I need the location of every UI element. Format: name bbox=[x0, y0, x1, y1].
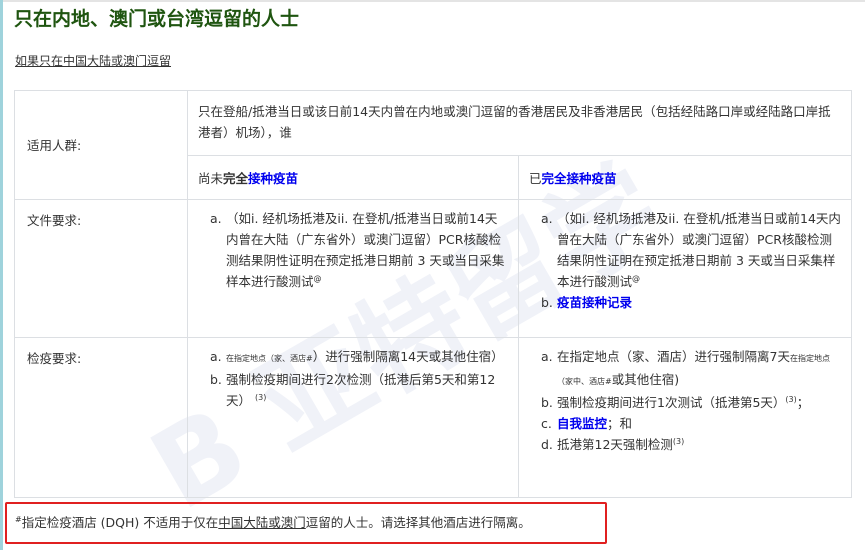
applicable-text: 只在登船/抵港当日或该日前14天内曾在内地或澳门逗留的香港居民及非香港居民（包括… bbox=[187, 90, 852, 156]
note-text: 指定检疫酒店 (DQH) 不适用于仅在 bbox=[21, 515, 219, 530]
item-text: 强制检疫期间进行2次检测（抵港后第5天和第12天） bbox=[226, 372, 496, 408]
item-text: 在指定地点（家、酒店）进行强制隔离7天 bbox=[557, 349, 790, 364]
item-text: （如i. 经机场抵港及ii. 在登机/抵港当日或前14天内曾在大陆（广东省外）或… bbox=[226, 211, 505, 289]
item-text: 强制检疫期间进行1次测试（抵港第5天） bbox=[557, 395, 786, 410]
small-text: 在指定地点（家、酒店# bbox=[226, 354, 313, 363]
vaccinated-header: 已完全接种疫苗 bbox=[518, 155, 852, 200]
marker: a. bbox=[541, 349, 553, 364]
left-edge bbox=[0, 0, 3, 550]
list-item: a. 在指定地点（家、酒店#）进行强制隔离14天或其他住宿） bbox=[210, 346, 508, 369]
dqh-note-highlight: #指定检疫酒店 (DQH) 不适用于仅在中国大陆或澳门逗留的人士。请选择其他酒店… bbox=[5, 502, 607, 544]
item-text: 或其他住宿) bbox=[611, 372, 680, 387]
marker: d. bbox=[541, 437, 553, 452]
requirements-table: 适用人群: 只在登船/抵港当日或该日前14天内曾在内地或澳门逗留的香港居民及非香… bbox=[14, 90, 852, 498]
documents-label: 文件要求: bbox=[14, 199, 188, 338]
documents-unvaccinated: a. （如i. 经机场抵港及ii. 在登机/抵港当日或前14天内曾在大陆（广东省外… bbox=[187, 199, 519, 338]
note-text: 逗留的人士。请选择其他酒店进行隔离。 bbox=[305, 515, 531, 530]
table-row: 文件要求: a. （如i. 经机场抵港及ii. 在登机/抵港当日或前14天内曾在大… bbox=[14, 199, 852, 338]
marker: a. bbox=[210, 349, 222, 364]
list-item: a. （如i. 经机场抵港及ii. 在登机/抵港当日或前14天内曾在大陆（广东省外… bbox=[541, 208, 841, 292]
footnote-ref: @ bbox=[313, 273, 322, 283]
top-border bbox=[0, 0, 865, 2]
quarantine-unvaccinated: a. 在指定地点（家、酒店#）进行强制隔离14天或其他住宿） b. 强制检疫期间进行… bbox=[187, 337, 519, 498]
vaccination-link[interactable]: 接种疫苗 bbox=[248, 171, 298, 186]
quarantine-label: 检疫要求: bbox=[14, 337, 188, 498]
unvaccinated-header: 尚未完全接种疫苗 bbox=[187, 155, 519, 200]
header-prefix: 尚未 bbox=[198, 171, 224, 186]
list-item: a. （如i. 经机场抵港及ii. 在登机/抵港当日或前14天内曾在大陆（广东省外… bbox=[210, 208, 508, 292]
marker: c. bbox=[541, 416, 552, 431]
marker: b. bbox=[541, 295, 553, 310]
item-text: ）进行强制隔离14天或其他住宿） bbox=[312, 349, 504, 364]
quarantine-vaccinated: a. 在指定地点（家、酒店）进行强制隔离7天在指定地点（家中、酒店#或其他住宿) … bbox=[518, 337, 852, 498]
page-title: 只在内地、澳门或台湾逗留的人士 bbox=[14, 8, 300, 30]
list-item: d. 抵港第12天强制检测(3) bbox=[541, 434, 841, 455]
marker: a. bbox=[541, 211, 553, 226]
mainland-macao-note-link[interactable]: 中国大陆或澳门 bbox=[218, 515, 306, 530]
marker: b. bbox=[541, 395, 553, 410]
full-vaccination-link[interactable]: 完全接种疫苗 bbox=[542, 171, 617, 186]
marker: b. bbox=[210, 372, 222, 387]
list-item: c. 自我监控；和 bbox=[541, 413, 841, 434]
footnote-ref: (3) bbox=[255, 392, 267, 402]
applicable-label: 适用人群: bbox=[14, 90, 188, 200]
list-item: b. 强制检疫期间进行1次测试（抵港第5天）(3)； bbox=[541, 392, 841, 413]
footnote-ref: (3) bbox=[785, 394, 797, 404]
table-row: 适用人群: 只在登船/抵港当日或该日前14天内曾在内地或澳门逗留的香港居民及非香… bbox=[14, 90, 852, 200]
list-item: b. 疫苗接种记录 bbox=[541, 292, 841, 313]
item-text: 抵港第12天强制检测 bbox=[557, 437, 673, 452]
documents-vaccinated: a. （如i. 经机场抵港及ii. 在登机/抵港当日或前14天内曾在大陆（广东省外… bbox=[518, 199, 852, 338]
marker: a. bbox=[210, 211, 222, 226]
footnote-ref: @ bbox=[632, 273, 641, 283]
table-row: 检疫要求: a. 在指定地点（家、酒店#）进行强制隔离14天或其他住宿） b. 强制… bbox=[14, 337, 852, 498]
item-text: （如i. 经机场抵港及ii. 在登机/抵港当日或前14天内曾在大陆（广东省外）或… bbox=[557, 211, 841, 289]
self-monitoring-link[interactable]: 自我监控 bbox=[557, 416, 607, 431]
item-tail: ； bbox=[796, 395, 810, 410]
header-prefix: 已 bbox=[529, 171, 542, 186]
list-item: a. 在指定地点（家、酒店）进行强制隔离7天在指定地点（家中、酒店#或其他住宿) bbox=[541, 346, 841, 392]
item-text: ；和 bbox=[607, 416, 633, 431]
footnote-ref: (3) bbox=[672, 436, 685, 446]
list-item: b. 强制检疫期间进行2次检测（抵港后第5天和第12天） (3) bbox=[210, 369, 508, 411]
vaccination-record-link[interactable]: 疫苗接种记录 bbox=[557, 295, 632, 310]
mainland-macao-link[interactable]: 如果只在中国大陆或澳门逗留 bbox=[15, 52, 171, 69]
header-bold: 完全 bbox=[223, 171, 249, 186]
footnote-mark: # bbox=[15, 514, 22, 524]
